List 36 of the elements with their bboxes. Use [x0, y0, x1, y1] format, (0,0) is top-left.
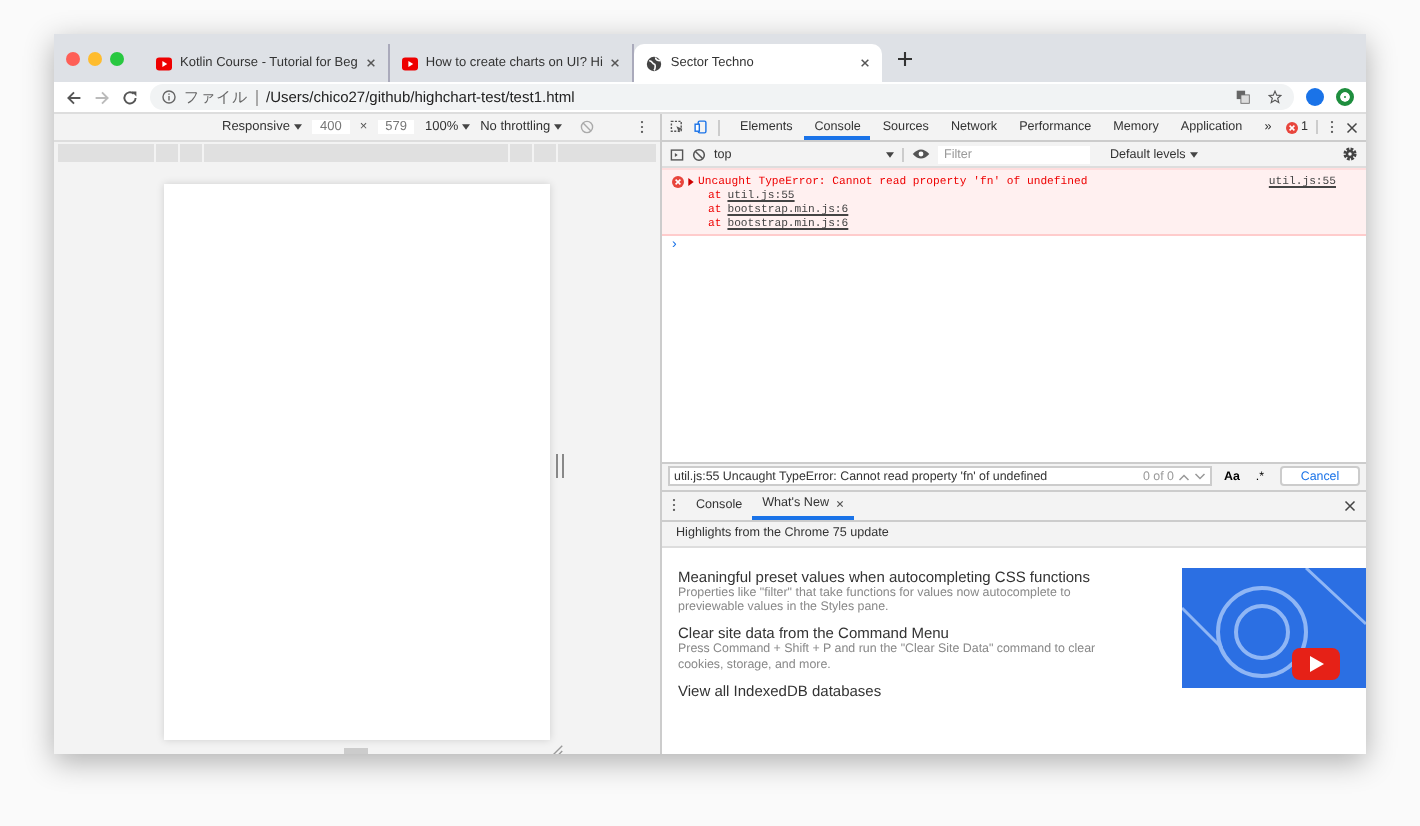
close-icon[interactable] [1346, 121, 1358, 133]
close-icon[interactable] [835, 499, 844, 507]
play-icon [156, 55, 172, 71]
error-icon [672, 175, 684, 187]
sidebar-toggle-icon[interactable] [670, 147, 684, 161]
star-icon[interactable] [1268, 90, 1282, 104]
info-icon[interactable] [162, 90, 176, 104]
resize-handle[interactable] [344, 748, 368, 754]
caret-icon [886, 151, 894, 157]
video-thumbnail[interactable] [1182, 567, 1366, 687]
profile-avatar[interactable] [1306, 88, 1324, 106]
expand-triangle-icon[interactable] [688, 177, 694, 185]
eye-icon[interactable] [912, 148, 930, 160]
settings-icon[interactable] [1342, 146, 1358, 162]
reload-icon[interactable] [122, 89, 138, 105]
new-tab-icon[interactable] [898, 51, 913, 65]
close-icon[interactable] [365, 58, 376, 68]
up-chevron-icon[interactable] [1178, 471, 1190, 481]
caret-icon [1189, 151, 1198, 157]
inspect-icon[interactable] [670, 120, 684, 134]
device-toolbar-icon[interactable] [694, 120, 708, 134]
caret-icon [554, 124, 563, 130]
close-icon[interactable] [610, 58, 621, 68]
resize-handle[interactable] [556, 454, 564, 478]
play-icon [401, 55, 418, 71]
extension-icon[interactable] [1336, 88, 1354, 106]
clear-console-icon[interactable] [692, 147, 706, 161]
caret-icon [462, 124, 471, 130]
close-icon[interactable] [860, 58, 871, 68]
resize-corner-icon[interactable] [550, 744, 564, 754]
caret-icon [293, 124, 302, 130]
error-icon [1286, 121, 1299, 133]
translate-icon[interactable] [1236, 90, 1250, 104]
globe-icon [646, 55, 663, 71]
back-arrow-icon[interactable] [66, 89, 82, 105]
close-icon[interactable] [1344, 499, 1356, 511]
